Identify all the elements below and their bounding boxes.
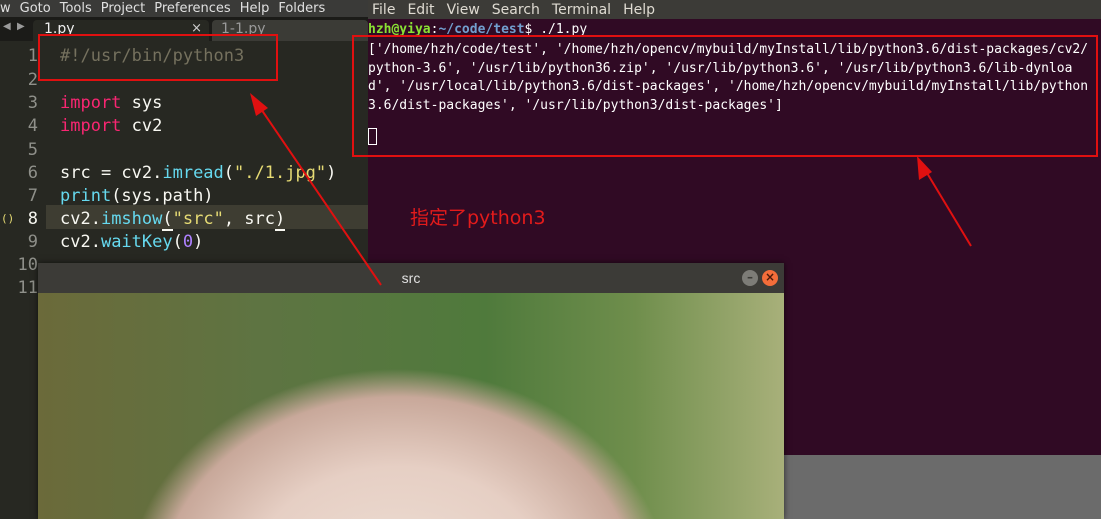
menu-item-preferences[interactable]: Preferences — [154, 1, 230, 16]
keyword-import: import — [60, 93, 122, 113]
code-text: , src — [223, 209, 275, 229]
string-literal: "./1.jpg" — [234, 163, 327, 183]
module-name: sys — [121, 93, 163, 113]
line-number: 10 — [17, 255, 38, 275]
code-text: src = cv2. — [60, 163, 163, 183]
terminal-menu-bar: File Edit View Search Terminal Help — [368, 0, 1101, 19]
line-number: 6 — [27, 163, 38, 183]
matched-bracket: ( — [162, 209, 173, 231]
string-literal: "src" — [172, 209, 224, 229]
keyword-import: import — [60, 116, 122, 136]
menu-item-search[interactable]: Search — [492, 2, 540, 18]
close-button[interactable]: × — [762, 270, 778, 286]
line-number: 4 — [27, 116, 38, 136]
minimize-button[interactable]: – — [742, 270, 758, 286]
line-number: 2 — [27, 70, 38, 90]
menu-item-view[interactable]: View — [447, 2, 480, 18]
menu-item-goto[interactable]: Goto — [20, 1, 51, 16]
code-line-8[interactable]: cv2.imshow("src", src) — [60, 209, 286, 231]
code-text: ( — [172, 232, 183, 252]
line-number: 11 — [17, 278, 38, 298]
menu-item-folders[interactable]: Folders — [278, 1, 325, 16]
output-highlight-box — [352, 35, 1098, 157]
matched-bracket: ) — [275, 209, 286, 231]
module-name: cv2 — [121, 116, 163, 136]
menu-item-tools[interactable]: Tools — [60, 1, 92, 16]
menu-item-window[interactable]: w — [0, 1, 11, 16]
code-line-6[interactable]: src = cv2.imread("./1.jpg") — [60, 163, 336, 183]
menu-item-project[interactable]: Project — [101, 1, 145, 16]
editor-menu-bar: w Goto Tools Project Preferences Help Fo… — [0, 0, 368, 17]
tab-next-icon[interactable]: ▶ — [17, 21, 25, 32]
function-name: waitKey — [100, 232, 173, 252]
code-text: cv2. — [60, 209, 101, 229]
code-text: ) — [193, 232, 204, 252]
menu-item-edit[interactable]: Edit — [407, 2, 434, 18]
desktop-background — [783, 455, 1101, 519]
displayed-photo — [38, 293, 784, 519]
line-number: 9 — [27, 232, 38, 252]
code-line-9[interactable]: cv2.waitKey(0) — [60, 232, 203, 252]
line-number: 5 — [27, 140, 38, 160]
code-line-4[interactable]: import cv2 — [60, 116, 162, 136]
annotation-note: 指定了python3 — [410, 207, 546, 229]
line-number: 1 — [27, 46, 38, 66]
image-window-src[interactable]: src – × — [38, 263, 784, 519]
line-number: 7 — [27, 186, 38, 206]
code-text: ) — [326, 163, 337, 183]
code-line-7[interactable]: print(sys.path) — [60, 186, 214, 206]
line-number: 3 — [27, 93, 38, 113]
window-titlebar[interactable]: src – × — [38, 263, 784, 293]
function-name: imshow — [100, 209, 163, 229]
bracket-match-icon: () — [1, 212, 15, 225]
code-text: (sys.path) — [111, 186, 214, 206]
menu-item-terminal[interactable]: Terminal — [552, 2, 611, 18]
window-title: src — [401, 270, 421, 286]
function-name: print — [60, 186, 112, 206]
tab-prev-icon[interactable]: ◀ — [3, 21, 11, 32]
shebang-highlight-box — [38, 34, 278, 81]
menu-item-help[interactable]: Help — [623, 2, 655, 18]
code-line-3[interactable]: import sys — [60, 93, 162, 113]
menu-item-file[interactable]: File — [372, 2, 395, 18]
code-text: cv2. — [60, 232, 101, 252]
code-text: ( — [223, 163, 235, 183]
function-name: imread — [162, 163, 224, 183]
number-literal: 0 — [182, 232, 194, 252]
menu-item-help[interactable]: Help — [240, 1, 270, 16]
